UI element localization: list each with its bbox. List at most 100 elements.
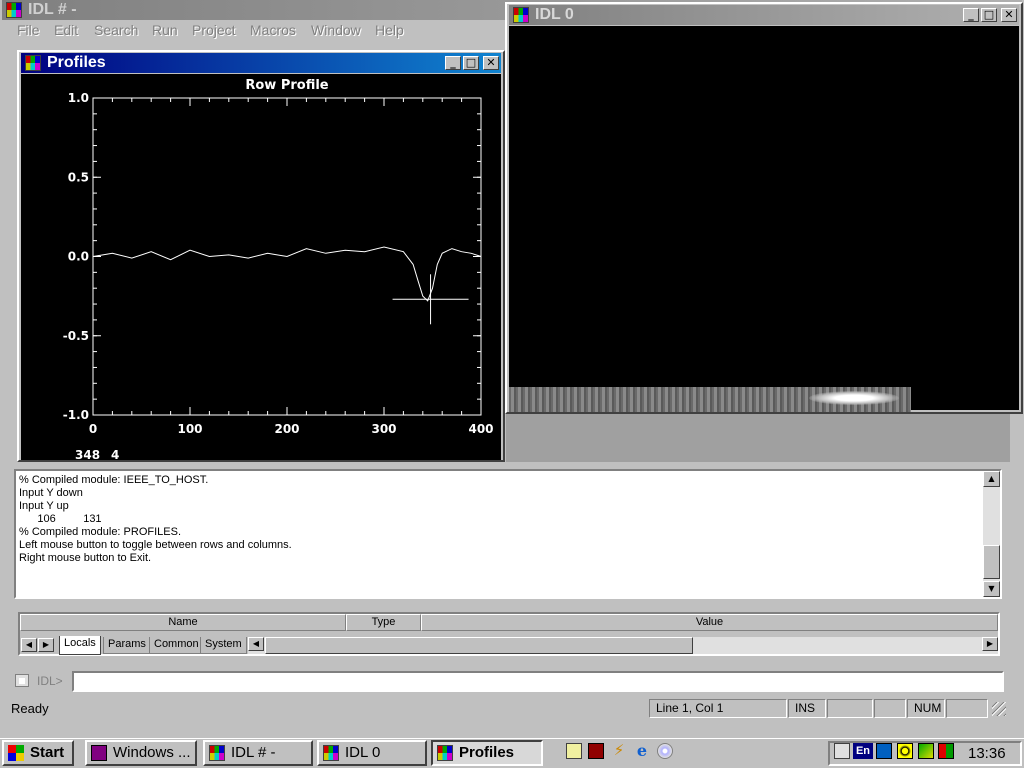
minimize-button[interactable]: _ [963, 8, 979, 22]
taskbar-label: Profiles [459, 744, 515, 761]
console-scrollbar[interactable]: ▲ ▼ [983, 471, 1000, 597]
menu-file[interactable]: File [17, 22, 40, 38]
menu-help[interactable]: Help [375, 22, 404, 38]
console-line: 106 131 [19, 513, 102, 525]
menu-window[interactable]: Window [311, 22, 361, 38]
floppy-disk-icon [91, 745, 107, 761]
profiles-titlebar[interactable]: Profiles _ □ ✕ [21, 53, 501, 73]
tab-scroll-right-button[interactable]: ▶ [38, 638, 54, 652]
tab-system[interactable]: System [200, 637, 247, 654]
plot-title: Row Profile [245, 78, 328, 93]
row-profile-series [92, 246, 482, 302]
hscroll-right-button[interactable]: ▶ [982, 637, 998, 651]
taskbar-button-windows[interactable]: Windows ... [85, 740, 197, 766]
status-empty-3 [946, 699, 988, 718]
status-empty-1 [827, 699, 873, 718]
y-tick-label: -1.0 [63, 408, 89, 422]
tab-params[interactable]: Params [103, 637, 151, 654]
taskbar-label: IDL 0 [345, 744, 381, 761]
menu-macros[interactable]: Macros [250, 22, 296, 38]
status-ins: INS [788, 699, 826, 718]
main-window-title: IDL # - [28, 1, 77, 18]
edit-document-icon[interactable] [566, 743, 582, 759]
console-line: % Compiled module: IEEE_TO_HOST. [19, 474, 209, 486]
taskbar-label: Windows ... [113, 744, 191, 761]
status-num: NUM [907, 699, 945, 718]
image-strip [509, 387, 911, 412]
idl-app-icon [323, 745, 339, 761]
status-line-col: Line 1, Col 1 [649, 699, 787, 718]
x-tick-label: 0 [89, 422, 97, 436]
x-tick-label: 300 [371, 422, 396, 436]
menu-search[interactable]: Search [94, 22, 138, 38]
windows-logo-icon [8, 745, 24, 761]
console-text: % Compiled module: IEEE_TO_HOST. Input Y… [19, 474, 980, 565]
profiles-canvas[interactable]: Row Profile 1.0 0.5 0.0 -0.5 -1.0 0 100 200 300 4… [21, 74, 501, 462]
watch-hscrollbar[interactable]: ◀ ▶ [248, 637, 998, 654]
idl0-app-icon [513, 7, 529, 23]
taskbar-button-profiles[interactable]: Profiles [431, 740, 543, 766]
maximize-button[interactable]: □ [463, 56, 479, 70]
idl0-title: IDL 0 [535, 6, 574, 23]
cursor-readout-x: 348 [75, 448, 101, 462]
column-header-value[interactable]: Value [421, 614, 998, 631]
minimize-button[interactable]: _ [445, 56, 461, 70]
speaker-icon[interactable] [897, 743, 913, 759]
profiles-app-icon [25, 55, 41, 71]
menu-project[interactable]: Project [192, 22, 236, 38]
cd-icon[interactable] [657, 743, 673, 759]
idl-app-icon [209, 745, 225, 761]
y-tick-label: 0.0 [68, 250, 89, 264]
command-input[interactable] [72, 671, 1004, 692]
maximize-button[interactable]: □ [981, 8, 997, 22]
taskbar-button-idl0[interactable]: IDL 0 [317, 740, 427, 766]
internet-explorer-icon[interactable]: e [634, 743, 650, 759]
idl0-graphics-canvas[interactable] [509, 26, 1019, 412]
lightning-icon[interactable]: ⚡ [611, 743, 627, 759]
scheduler-icon[interactable] [834, 743, 850, 759]
taskbar-button-idl-main[interactable]: IDL # - [203, 740, 313, 766]
menu-edit[interactable]: Edit [54, 22, 78, 38]
profiles-title: Profiles [47, 54, 106, 71]
scroll-up-button[interactable]: ▲ [983, 471, 1000, 487]
status-empty-2 [874, 699, 906, 718]
tab-common[interactable]: Common [149, 637, 204, 654]
image-feature [809, 391, 899, 405]
hscroll-thumb[interactable] [265, 637, 693, 654]
column-header-type[interactable]: Type [346, 614, 421, 631]
tab-scroll-left-button[interactable]: ◀ [21, 638, 37, 652]
language-indicator[interactable]: En [853, 743, 873, 759]
network-icon[interactable] [918, 743, 934, 759]
close-button[interactable]: ✕ [1001, 8, 1017, 22]
status-message: Ready [11, 701, 49, 716]
row-profile-plot: Row Profile 1.0 0.5 0.0 -0.5 -1.00 100 200 300 4… [63, 78, 494, 436]
hscroll-left-button[interactable]: ◀ [248, 637, 264, 651]
start-label: Start [30, 744, 65, 761]
scroll-thumb[interactable] [983, 545, 1000, 579]
taskbar-label: IDL # - [231, 744, 276, 761]
size-grip-icon[interactable] [992, 702, 1006, 716]
x-tick-label: 100 [177, 422, 202, 436]
clock[interactable]: 13:36 [968, 745, 1006, 762]
menu-run[interactable]: Run [152, 22, 178, 38]
column-header-name[interactable]: Name [20, 614, 346, 631]
idl0-window: IDL 0 _ □ ✕ [505, 2, 1023, 414]
idl-app-icon [437, 745, 453, 761]
profiles-window: Profiles _ □ ✕ Row Profile 1.0 0.5 0.0 -0.5… [17, 50, 505, 462]
start-button[interactable]: Start [2, 740, 74, 766]
console-line: Right mouse button to Exit. [19, 552, 152, 564]
cursor-readout-y: 4 [111, 448, 120, 462]
mdi-client-area [506, 414, 1010, 462]
monitor-icon[interactable] [876, 743, 892, 759]
save-icon[interactable] [588, 743, 604, 759]
idl0-titlebar[interactable]: IDL 0 _ □ ✕ [509, 5, 1019, 25]
console-line: Input Y down [19, 487, 83, 499]
idl-app-icon [6, 2, 22, 18]
scroll-down-button[interactable]: ▼ [983, 581, 1000, 597]
tab-locals[interactable]: Locals [59, 636, 101, 655]
output-console: % Compiled module: IEEE_TO_HOST. Input Y… [14, 469, 1002, 599]
close-button[interactable]: ✕ [483, 56, 499, 70]
battery-icon[interactable] [938, 743, 954, 759]
x-tick-label: 200 [274, 422, 299, 436]
x-tick-label: 400 [468, 422, 493, 436]
